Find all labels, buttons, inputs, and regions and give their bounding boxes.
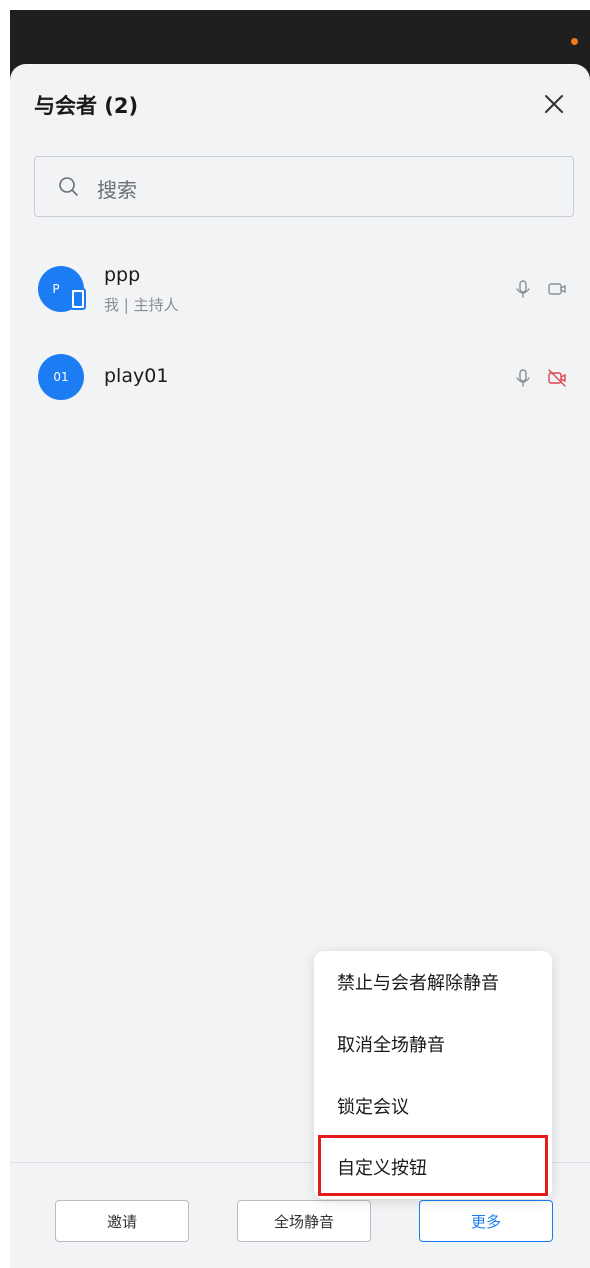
camera-icon[interactable]	[546, 278, 568, 300]
more-button[interactable]: 更多	[419, 1200, 553, 1242]
more-menu: 禁止与会者解除静音 取消全场静音 锁定会议 自定义按钮	[314, 951, 552, 1199]
camera-off-icon[interactable]	[546, 367, 568, 389]
avatar-initial: P	[52, 282, 60, 296]
mobile-device-icon	[70, 288, 86, 310]
search-input[interactable]: 搜索	[34, 156, 574, 217]
participant-name: play01	[104, 365, 169, 387]
participants-panel: 与会者 (2) 搜索 P ppp 我 | 主持人 01 play01 邀请 全场…	[10, 64, 590, 1268]
avatar-initial: 01	[53, 370, 69, 384]
menu-item-forbid-unmute[interactable]: 禁止与会者解除静音	[337, 969, 499, 995]
mute-all-button[interactable]: 全场静音	[237, 1200, 371, 1242]
participant-row[interactable]: P ppp 我 | 主持人	[10, 260, 590, 320]
menu-item-cancel-mute-all[interactable]: 取消全场静音	[337, 1031, 445, 1057]
panel-title: 与会者 (2)	[34, 94, 139, 118]
close-icon[interactable]	[540, 90, 568, 118]
participant-role: 我 | 主持人	[104, 296, 179, 314]
status-dot	[571, 38, 578, 45]
participant-name: ppp	[104, 264, 141, 286]
search-icon	[59, 177, 78, 196]
search-placeholder: 搜索	[97, 178, 137, 202]
menu-item-custom-button[interactable]: 自定义按钮	[337, 1154, 427, 1180]
avatar: 01	[38, 354, 84, 400]
participant-row[interactable]: 01 play01	[10, 354, 590, 414]
menu-item-lock-meeting[interactable]: 锁定会议	[337, 1093, 409, 1119]
microphone-icon[interactable]	[512, 367, 534, 389]
invite-button[interactable]: 邀请	[55, 1200, 189, 1242]
microphone-icon[interactable]	[512, 278, 534, 300]
